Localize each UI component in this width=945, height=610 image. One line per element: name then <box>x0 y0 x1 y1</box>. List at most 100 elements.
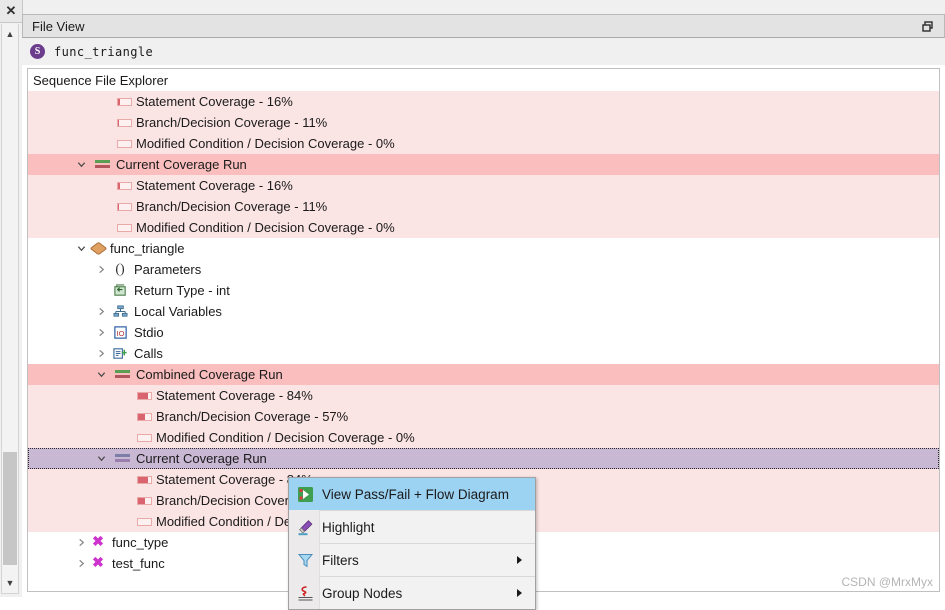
panel-titlebar: File View <box>22 14 945 38</box>
row-icon: () <box>112 262 128 278</box>
chevron-right-icon[interactable] <box>74 532 88 553</box>
row-icon <box>116 115 132 131</box>
row-icon <box>136 388 152 404</box>
chevron-right-icon[interactable] <box>94 301 108 322</box>
restore-window-icon[interactable] <box>920 19 936 35</box>
tree-row-label: Calls <box>134 346 163 361</box>
tree-row[interactable]: Branch/Decision Coverage - 57% <box>28 406 939 427</box>
file-view-window: ✕ ▲ ▼ File View S func_triangle Sequence… <box>0 0 945 610</box>
row-icon <box>112 346 128 362</box>
tree-row-label: func_type <box>112 535 169 550</box>
tree-row[interactable]: Local Variables <box>28 301 939 322</box>
chevron-down-icon[interactable] <box>74 238 88 259</box>
context-menu-item-label: Group Nodes <box>322 585 403 601</box>
scrollbar-thumb[interactable] <box>3 452 17 565</box>
coverage-bar-icon <box>136 433 152 442</box>
tree-row[interactable]: Statement Coverage - 16% <box>28 175 939 196</box>
context-menu: View Pass/Fail + Flow Diagram Highlight Fi… <box>288 477 536 610</box>
row-icon <box>116 94 132 110</box>
tree-row[interactable]: Current Coverage Run <box>28 448 939 469</box>
group-nodes-icon <box>296 584 314 602</box>
row-icon <box>114 451 130 467</box>
context-menu-item-label: View Pass/Fail + Flow Diagram <box>322 486 509 502</box>
chevron-down-icon[interactable] <box>94 364 108 385</box>
tree-row-label: func_triangle <box>110 241 185 256</box>
svg-text:IO: IO <box>116 329 124 338</box>
tree-row-label: test_func <box>112 556 165 571</box>
coverage-bar-icon <box>136 517 152 526</box>
tree-row-label: Stdio <box>134 325 164 340</box>
context-menu-item-label: Highlight <box>322 519 375 535</box>
tree-row[interactable]: Calls <box>28 343 939 364</box>
filter-funnel-icon <box>297 553 313 567</box>
tree-row-label: Current Coverage Run <box>116 157 247 172</box>
tree-row[interactable]: Statement Coverage - 16% <box>28 91 939 112</box>
coverage-bar-icon <box>116 202 132 211</box>
scroll-down-arrow-icon[interactable]: ▼ <box>2 573 18 593</box>
chevron-down-icon[interactable] <box>74 154 88 175</box>
coverage-bar-icon <box>136 475 152 484</box>
tree-row[interactable]: Modified Condition / Decision Coverage -… <box>28 217 939 238</box>
row-icon: ✖ <box>90 535 106 551</box>
tree-row[interactable]: Return Type - int <box>28 280 939 301</box>
row-icon <box>136 430 152 446</box>
tree-row[interactable]: Combined Coverage Run <box>28 364 939 385</box>
tree-row[interactable]: Branch/Decision Coverage - 11% <box>28 196 939 217</box>
tree-row[interactable]: () Parameters <box>28 259 939 280</box>
function-diamond-icon <box>89 241 107 256</box>
chevron-right-icon[interactable] <box>94 322 108 343</box>
context-menu-item[interactable]: Group Nodes <box>289 577 535 609</box>
row-icon <box>116 199 132 215</box>
context-menu-item[interactable]: Filters <box>289 544 535 576</box>
row-icon <box>89 241 107 257</box>
unit-x-icon: ✖ <box>92 556 104 571</box>
tree-row[interactable]: Current Coverage Run <box>28 154 939 175</box>
coverage-bar-icon <box>136 391 152 400</box>
panel-title: File View <box>32 18 85 34</box>
row-icon <box>136 514 152 530</box>
parameters-icon: () <box>115 261 125 277</box>
row-icon: IO <box>112 325 128 341</box>
coverage-run-icon <box>114 454 130 463</box>
return-type-icon <box>113 284 126 296</box>
chevron-right-icon[interactable] <box>94 259 108 280</box>
tree-row-label: Current Coverage Run <box>136 451 267 466</box>
stdio-icon: IO <box>113 326 127 339</box>
tree-row[interactable]: func_triangle <box>28 238 939 259</box>
context-menu-item[interactable]: Highlight <box>289 511 535 543</box>
tree-row[interactable]: Branch/Decision Coverage - 11% <box>28 112 939 133</box>
context-menu-items: View Pass/Fail + Flow Diagram Highlight Fi… <box>289 478 535 609</box>
tree-row-label: Branch/Decision Coverage - 11% <box>136 199 328 214</box>
tree-row-label: Statement Coverage - 16% <box>136 94 293 109</box>
chevron-right-icon[interactable] <box>94 343 108 364</box>
context-menu-item[interactable]: View Pass/Fail + Flow Diagram <box>289 478 535 510</box>
highlighter-icon <box>296 518 314 536</box>
row-icon <box>112 304 128 320</box>
filter-funnel-icon <box>296 551 314 569</box>
tree-row[interactable]: IO Stdio <box>28 322 939 343</box>
chevron-down-icon[interactable] <box>94 448 108 469</box>
chevron-right-icon[interactable] <box>74 553 88 574</box>
close-icon[interactable]: ✕ <box>0 0 23 23</box>
context-menu-item-label: Filters <box>322 552 359 568</box>
row-icon <box>136 493 152 509</box>
file-view-panel: File View S func_triangle Sequence File … <box>22 14 945 610</box>
row-icon <box>136 409 152 425</box>
tree-row[interactable]: Modified Condition / Decision Coverage -… <box>28 427 939 448</box>
coverage-bar-icon <box>136 412 152 421</box>
breadcrumb-label[interactable]: func_triangle <box>54 45 153 59</box>
tree-header-label: Sequence File Explorer <box>28 69 939 91</box>
coverage-bar-icon <box>116 223 132 232</box>
vertical-scrollbar[interactable]: ▲ ▼ <box>1 24 19 594</box>
flow-diagram-icon <box>297 486 313 502</box>
local-variables-icon <box>113 305 127 317</box>
calls-icon <box>112 348 127 359</box>
coverage-bar-icon <box>136 496 152 505</box>
tree-row[interactable]: Modified Condition / Decision Coverage -… <box>28 133 939 154</box>
row-icon <box>94 157 110 173</box>
highlighter-icon <box>298 519 312 535</box>
tree-row[interactable]: Statement Coverage - 84% <box>28 385 939 406</box>
coverage-bar-icon <box>116 181 132 190</box>
row-icon <box>116 136 132 152</box>
scroll-up-arrow-icon[interactable]: ▲ <box>2 24 18 44</box>
